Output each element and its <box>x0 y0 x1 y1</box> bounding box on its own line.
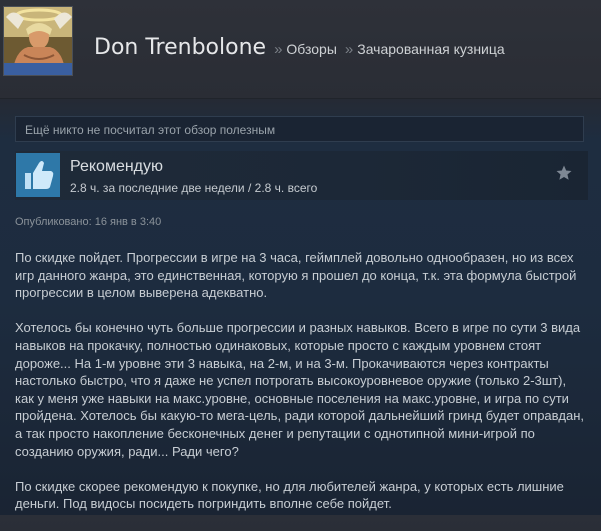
user-name-link[interactable]: Don Trenbolone <box>94 35 266 60</box>
playtime-text: 2.8 ч. за последние две недели / 2.8 ч. … <box>70 181 318 195</box>
breadcrumb-separator: » <box>344 41 354 58</box>
helpful-count-box: Ещё никто не посчитал этот обзор полезны… <box>15 116 584 142</box>
header-divider <box>0 98 601 99</box>
breadcrumb-reviews-link[interactable]: Обзоры <box>286 41 337 57</box>
review-body: По скидке пойдет. Прогрессии в игре на 3… <box>15 249 585 531</box>
thumbs-up-icon <box>16 153 60 197</box>
star-icon[interactable] <box>555 164 573 182</box>
recommendation-label: Рекомендую <box>70 158 164 175</box>
recommendation-bar: Рекомендую 2.8 ч. за последние две недел… <box>15 151 588 200</box>
title-row: Don Trenbolone » Обзоры » Зачарованная к… <box>94 35 505 60</box>
breadcrumb-game-link[interactable]: Зачарованная кузница <box>357 41 504 57</box>
review-paragraph: По скидке скорее рекомендую к покупке, н… <box>15 478 564 512</box>
avatar-image <box>4 7 72 75</box>
review-paragraph: По скидке пойдет. Прогрессии в игре на 3… <box>15 250 577 301</box>
breadcrumb-separator: » <box>274 41 283 58</box>
user-avatar[interactable] <box>3 6 73 76</box>
review-paragraph: Хотелось бы конечно чуть больше прогресс… <box>15 320 585 459</box>
helpful-count-text: Ещё никто не посчитал этот обзор полезны… <box>25 123 276 137</box>
posted-date: Опубликовано: 16 янв в 3:40 <box>15 216 162 228</box>
